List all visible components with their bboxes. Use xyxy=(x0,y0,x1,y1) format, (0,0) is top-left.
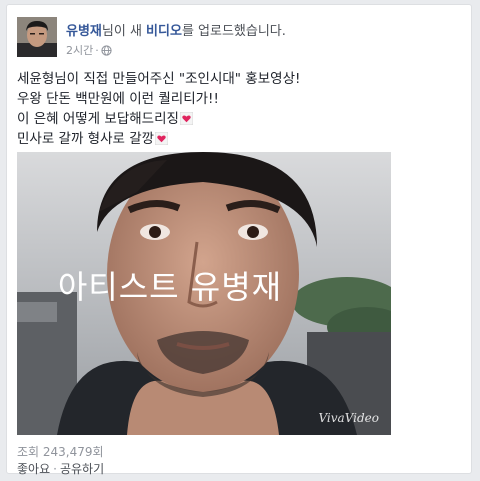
avatar-image xyxy=(17,17,57,57)
separator-dot: · xyxy=(95,43,99,57)
post-line-text: 민사로 갈까 형사로 갈깡 xyxy=(17,131,155,147)
video-watermark: VivaVideo xyxy=(318,411,379,425)
like-button[interactable]: 좋아요 xyxy=(17,462,50,476)
globe-icon[interactable] xyxy=(101,44,112,56)
post-line: 우왕 단돈 백만원에 이런 퀄리티가!! xyxy=(17,91,219,107)
post-timestamp: 2시간 · xyxy=(66,42,112,58)
post-header: 유병재님이 새 비디오를 업로드했습니다. xyxy=(66,20,286,39)
post-line-with-heart: 민사로 갈까 형사로 갈깡 xyxy=(17,129,300,149)
header-text: 님이 새 xyxy=(101,24,147,39)
post-line-with-heart: 이 은혜 어떻게 보답해드리징 xyxy=(17,109,300,129)
video-link[interactable]: 비디오 xyxy=(146,24,182,39)
heart-icon xyxy=(155,132,169,145)
avatar[interactable] xyxy=(17,17,57,57)
video-overlay-title: 아티스트 유병재 xyxy=(57,268,283,306)
post-line: 세윤형님이 직접 만들어주신 "조인시대" 홍보영상! xyxy=(17,71,301,87)
post-actions: 좋아요 · 공유하기 xyxy=(17,460,104,477)
video-player[interactable]: 아티스트 유병재 VivaVideo xyxy=(17,152,391,435)
action-separator: · xyxy=(53,462,57,476)
header-text-end: 를 업로드했습니다. xyxy=(181,24,286,39)
time-text[interactable]: 2시간 xyxy=(66,42,93,58)
feed-post: 유병재님이 새 비디오를 업로드했습니다. 2시간 · 세윤형님이 직접 만들어… xyxy=(6,4,472,477)
heart-icon xyxy=(179,112,193,125)
post-body: 세윤형님이 직접 만들어주신 "조인시대" 홍보영상! 우왕 단돈 백만원에 이… xyxy=(17,69,300,149)
post-line-text: 이 은혜 어떻게 보답해드리징 xyxy=(17,111,179,127)
share-button[interactable]: 공유하기 xyxy=(60,462,104,476)
view-count: 조회 243,479회 xyxy=(17,445,104,459)
author-name[interactable]: 유병재 xyxy=(66,24,102,39)
